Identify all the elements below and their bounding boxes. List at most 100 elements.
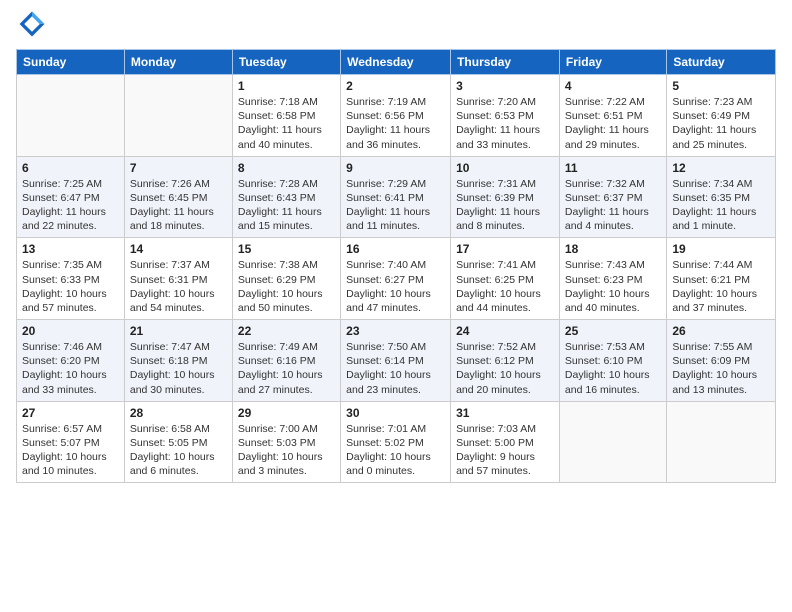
day-number: 9 xyxy=(346,161,445,175)
calendar-cell: 8 Sunrise: 7:28 AMSunset: 6:43 PMDaylight… xyxy=(232,156,340,238)
day-info: Sunrise: 7:01 AMSunset: 5:02 PMDaylight:… xyxy=(346,422,445,479)
calendar-cell: 18 Sunrise: 7:43 AMSunset: 6:23 PMDayligh… xyxy=(559,238,666,320)
weekday-header-friday: Friday xyxy=(559,50,666,75)
day-number: 21 xyxy=(130,324,227,338)
day-number: 23 xyxy=(346,324,445,338)
day-number: 13 xyxy=(22,242,119,256)
day-info: Sunrise: 7:22 AMSunset: 6:51 PMDaylight:… xyxy=(565,95,661,152)
day-info: Sunrise: 7:35 AMSunset: 6:33 PMDaylight:… xyxy=(22,258,119,315)
weekday-header-thursday: Thursday xyxy=(451,50,560,75)
calendar-cell xyxy=(559,401,666,483)
day-info: Sunrise: 7:52 AMSunset: 6:12 PMDaylight:… xyxy=(456,340,554,397)
header xyxy=(16,10,776,43)
day-number: 29 xyxy=(238,406,335,420)
calendar-cell: 24 Sunrise: 7:52 AMSunset: 6:12 PMDayligh… xyxy=(451,320,560,402)
day-info: Sunrise: 7:28 AMSunset: 6:43 PMDaylight:… xyxy=(238,177,335,234)
day-number: 24 xyxy=(456,324,554,338)
page: SundayMondayTuesdayWednesdayThursdayFrid… xyxy=(0,0,792,612)
day-info: Sunrise: 7:37 AMSunset: 6:31 PMDaylight:… xyxy=(130,258,227,315)
day-number: 25 xyxy=(565,324,661,338)
day-info: Sunrise: 7:49 AMSunset: 6:16 PMDaylight:… xyxy=(238,340,335,397)
calendar-cell: 17 Sunrise: 7:41 AMSunset: 6:25 PMDayligh… xyxy=(451,238,560,320)
day-number: 5 xyxy=(672,79,770,93)
day-info: Sunrise: 7:29 AMSunset: 6:41 PMDaylight:… xyxy=(346,177,445,234)
calendar-cell: 16 Sunrise: 7:40 AMSunset: 6:27 PMDayligh… xyxy=(341,238,451,320)
calendar-cell: 28 Sunrise: 6:58 AMSunset: 5:05 PMDayligh… xyxy=(124,401,232,483)
day-info: Sunrise: 7:31 AMSunset: 6:39 PMDaylight:… xyxy=(456,177,554,234)
calendar-cell: 22 Sunrise: 7:49 AMSunset: 6:16 PMDayligh… xyxy=(232,320,340,402)
day-number: 19 xyxy=(672,242,770,256)
day-info: Sunrise: 6:57 AMSunset: 5:07 PMDaylight:… xyxy=(22,422,119,479)
day-number: 30 xyxy=(346,406,445,420)
day-number: 6 xyxy=(22,161,119,175)
weekday-header-monday: Monday xyxy=(124,50,232,75)
day-number: 4 xyxy=(565,79,661,93)
calendar-cell: 14 Sunrise: 7:37 AMSunset: 6:31 PMDayligh… xyxy=(124,238,232,320)
day-number: 14 xyxy=(130,242,227,256)
calendar-cell: 21Sunrise: 7:47 AMSunset: 6:18 PMDayligh… xyxy=(124,320,232,402)
day-info: Sunrise: 7:44 AMSunset: 6:21 PMDaylight:… xyxy=(672,258,770,315)
day-number: 16 xyxy=(346,242,445,256)
week-row-3: 13 Sunrise: 7:35 AMSunset: 6:33 PMDayligh… xyxy=(17,238,776,320)
day-number: 27 xyxy=(22,406,119,420)
day-info: Sunrise: 7:20 AMSunset: 6:53 PMDaylight:… xyxy=(456,95,554,152)
day-number: 22 xyxy=(238,324,335,338)
week-row-5: 27 Sunrise: 6:57 AMSunset: 5:07 PMDayligh… xyxy=(17,401,776,483)
calendar-cell: 11Sunrise: 7:32 AMSunset: 6:37 PMDayligh… xyxy=(559,156,666,238)
calendar-cell: 1Sunrise: 7:18 AMSunset: 6:58 PMDaylight… xyxy=(232,75,340,157)
day-number: 20 xyxy=(22,324,119,338)
calendar-cell: 19 Sunrise: 7:44 AMSunset: 6:21 PMDayligh… xyxy=(667,238,776,320)
day-number: 26 xyxy=(672,324,770,338)
day-info: Sunrise: 7:26 AMSunset: 6:45 PMDaylight:… xyxy=(130,177,227,234)
day-info: Sunrise: 7:34 AMSunset: 6:35 PMDaylight:… xyxy=(672,177,770,234)
day-info: Sunrise: 7:19 AMSunset: 6:56 PMDaylight:… xyxy=(346,95,445,152)
calendar-cell: 27 Sunrise: 6:57 AMSunset: 5:07 PMDayligh… xyxy=(17,401,125,483)
day-info: Sunrise: 7:43 AMSunset: 6:23 PMDaylight:… xyxy=(565,258,661,315)
calendar-cell: 6Sunrise: 7:25 AMSunset: 6:47 PMDaylight… xyxy=(17,156,125,238)
day-info: Sunrise: 6:58 AMSunset: 5:05 PMDaylight:… xyxy=(130,422,227,479)
day-number: 8 xyxy=(238,161,335,175)
day-number: 12 xyxy=(672,161,770,175)
calendar-cell xyxy=(124,75,232,157)
calendar-cell: 31Sunrise: 7:03 AMSunset: 5:00 PMDayligh… xyxy=(451,401,560,483)
logo xyxy=(16,10,50,43)
day-number: 17 xyxy=(456,242,554,256)
day-info: Sunrise: 7:40 AMSunset: 6:27 PMDaylight:… xyxy=(346,258,445,315)
calendar-cell: 5Sunrise: 7:23 AMSunset: 6:49 PMDaylight… xyxy=(667,75,776,157)
calendar-cell: 2 Sunrise: 7:19 AMSunset: 6:56 PMDaylight… xyxy=(341,75,451,157)
day-info: Sunrise: 7:50 AMSunset: 6:14 PMDaylight:… xyxy=(346,340,445,397)
week-row-4: 20 Sunrise: 7:46 AMSunset: 6:20 PMDayligh… xyxy=(17,320,776,402)
day-number: 2 xyxy=(346,79,445,93)
day-number: 18 xyxy=(565,242,661,256)
calendar-cell: 13 Sunrise: 7:35 AMSunset: 6:33 PMDayligh… xyxy=(17,238,125,320)
day-info: Sunrise: 7:32 AMSunset: 6:37 PMDaylight:… xyxy=(565,177,661,234)
calendar-cell: 12 Sunrise: 7:34 AMSunset: 6:35 PMDayligh… xyxy=(667,156,776,238)
day-number: 15 xyxy=(238,242,335,256)
calendar-cell: 20 Sunrise: 7:46 AMSunset: 6:20 PMDayligh… xyxy=(17,320,125,402)
calendar-cell: 26 Sunrise: 7:55 AMSunset: 6:09 PMDayligh… xyxy=(667,320,776,402)
day-number: 28 xyxy=(130,406,227,420)
day-info: Sunrise: 7:53 AMSunset: 6:10 PMDaylight:… xyxy=(565,340,661,397)
week-row-2: 6Sunrise: 7:25 AMSunset: 6:47 PMDaylight… xyxy=(17,156,776,238)
calendar-cell: 9 Sunrise: 7:29 AMSunset: 6:41 PMDaylight… xyxy=(341,156,451,238)
day-info: Sunrise: 7:41 AMSunset: 6:25 PMDaylight:… xyxy=(456,258,554,315)
calendar-cell: 25 Sunrise: 7:53 AMSunset: 6:10 PMDayligh… xyxy=(559,320,666,402)
day-info: Sunrise: 7:55 AMSunset: 6:09 PMDaylight:… xyxy=(672,340,770,397)
calendar-cell: 29 Sunrise: 7:00 AMSunset: 5:03 PMDayligh… xyxy=(232,401,340,483)
day-info: Sunrise: 7:38 AMSunset: 6:29 PMDaylight:… xyxy=(238,258,335,315)
calendar-cell: 15 Sunrise: 7:38 AMSunset: 6:29 PMDayligh… xyxy=(232,238,340,320)
day-number: 3 xyxy=(456,79,554,93)
calendar-cell: 3 Sunrise: 7:20 AMSunset: 6:53 PMDaylight… xyxy=(451,75,560,157)
calendar-cell xyxy=(667,401,776,483)
weekday-header-sunday: Sunday xyxy=(17,50,125,75)
day-info: Sunrise: 7:00 AMSunset: 5:03 PMDaylight:… xyxy=(238,422,335,479)
weekday-header-tuesday: Tuesday xyxy=(232,50,340,75)
calendar-cell: 7Sunrise: 7:26 AMSunset: 6:45 PMDaylight… xyxy=(124,156,232,238)
day-info: Sunrise: 7:46 AMSunset: 6:20 PMDaylight:… xyxy=(22,340,119,397)
calendar-cell: 23 Sunrise: 7:50 AMSunset: 6:14 PMDayligh… xyxy=(341,320,451,402)
day-info: Sunrise: 7:03 AMSunset: 5:00 PMDaylight:… xyxy=(456,422,554,479)
calendar: SundayMondayTuesdayWednesdayThursdayFrid… xyxy=(16,49,776,483)
calendar-cell: 4 Sunrise: 7:22 AMSunset: 6:51 PMDaylight… xyxy=(559,75,666,157)
calendar-cell xyxy=(17,75,125,157)
day-number: 1 xyxy=(238,79,335,93)
